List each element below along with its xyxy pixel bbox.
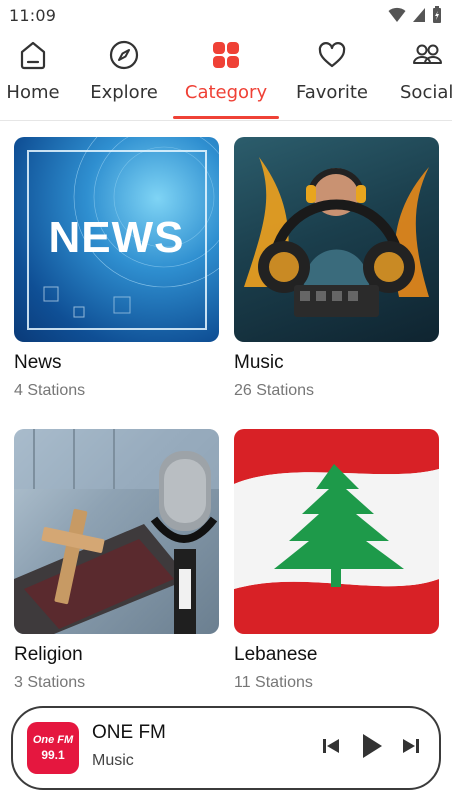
heart-icon (317, 32, 347, 78)
users-icon (412, 32, 442, 78)
category-nav: Home Explore Category Favorite Social (0, 32, 452, 120)
skip-previous-icon (321, 737, 341, 759)
station-logo-frequency: 99.1 (41, 748, 65, 762)
news-banner-text: NEWS (48, 213, 185, 262)
nav-label-category: Category (184, 82, 268, 103)
category-name: News (14, 352, 62, 373)
nav-divider (0, 120, 452, 121)
news-thumbnail: NEWS (14, 137, 219, 342)
next-button[interactable] (399, 732, 423, 764)
play-icon (360, 732, 384, 764)
category-card-news[interactable]: NEWS News 4 Stations (14, 137, 219, 400)
status-time: 11:09 (9, 6, 57, 25)
category-name: Music (234, 352, 284, 373)
station-count: 4 Stations (14, 382, 86, 399)
skip-next-icon (401, 737, 421, 759)
status-bar: 11:09 (0, 0, 452, 30)
nav-label-favorite: Favorite (296, 82, 368, 103)
battery-icon (432, 6, 442, 28)
music-thumbnail (234, 137, 439, 342)
lebanese-flag-thumbnail (234, 429, 439, 634)
category-grid-icon (211, 32, 241, 78)
category-name: Lebanese (234, 644, 318, 665)
play-button[interactable] (357, 732, 387, 764)
category-card-religion[interactable]: Religion 3 Stations (14, 429, 219, 692)
wifi-icon (388, 7, 406, 27)
status-icons (388, 6, 442, 28)
category-name: Religion (14, 644, 83, 665)
nav-label-home: Home (6, 82, 60, 103)
station-count: 26 Stations (234, 382, 315, 399)
category-card-lebanese[interactable]: Lebanese 11 Stations (234, 429, 439, 692)
home-icon (19, 32, 47, 78)
nav-explore[interactable]: Explore (90, 32, 158, 120)
nav-home[interactable]: Home (4, 32, 62, 120)
previous-button[interactable] (319, 732, 343, 764)
category-card-music[interactable]: Music 26 Stations (234, 137, 439, 400)
mini-player[interactable]: One FM 99.1 ONE FM Music (11, 706, 441, 790)
station-genre: Music (92, 752, 134, 769)
station-logo-text: One FM (32, 734, 74, 746)
station-count: 3 Stations (14, 674, 86, 691)
nav-category[interactable]: Category (184, 32, 268, 120)
station-logo: One FM 99.1 (27, 722, 79, 774)
religion-thumbnail (14, 429, 219, 634)
nav-label-social: Social (400, 82, 452, 103)
station-count: 11 Stations (234, 674, 313, 691)
nav-favorite[interactable]: Favorite (296, 32, 368, 120)
signal-icon (412, 7, 426, 27)
active-tab-indicator (173, 116, 279, 119)
nav-social[interactable]: Social (400, 32, 452, 120)
nav-label-explore: Explore (90, 82, 158, 103)
compass-icon (109, 32, 139, 78)
station-title: ONE FM (92, 722, 166, 743)
